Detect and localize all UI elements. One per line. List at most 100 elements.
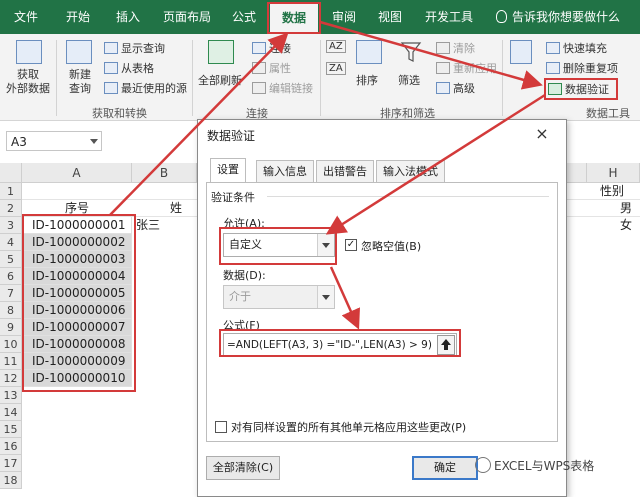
- table-icon: [104, 42, 118, 54]
- row-header[interactable]: 9: [0, 319, 22, 336]
- from-table-button[interactable]: 从表格: [104, 60, 154, 76]
- tab-home[interactable]: 开始: [60, 0, 96, 34]
- name-box[interactable]: A3: [6, 131, 102, 151]
- recent-sources-label: 最近使用的源: [121, 82, 187, 95]
- tab-page-layout[interactable]: 页面布局: [158, 0, 216, 34]
- ignore-blank-label: 忽略空值(B): [361, 240, 422, 253]
- text-to-columns-icon[interactable]: [510, 40, 532, 64]
- reapply-icon: [436, 62, 450, 74]
- dialog-tab-ime-mode[interactable]: 输入法模式: [376, 160, 445, 182]
- watermark-text: EXCEL与WPS表格: [494, 459, 595, 473]
- reapply-label: 重新应用: [453, 62, 497, 75]
- sort-icon: [356, 40, 382, 64]
- row-header[interactable]: 11: [0, 353, 22, 370]
- connections-button[interactable]: 连接: [252, 40, 291, 56]
- cell-h1[interactable]: 性别: [600, 183, 640, 200]
- from-table-label: 从表格: [121, 62, 154, 75]
- row-header[interactable]: 6: [0, 268, 22, 285]
- cell-h3[interactable]: 女: [620, 217, 640, 234]
- ribbon-separator: [192, 40, 193, 116]
- column-header-g[interactable]: [567, 163, 587, 183]
- edit-links-label: 编辑链接: [269, 82, 313, 95]
- apply-all-checkbox[interactable]: [215, 421, 227, 433]
- sort-button[interactable]: 排序: [356, 72, 378, 88]
- cell-b3[interactable]: 张三: [136, 217, 196, 234]
- tell-me-box[interactable]: 告诉我你想要做什么: [496, 0, 620, 34]
- filter-button[interactable]: 筛选: [398, 72, 420, 88]
- refresh-all-button[interactable]: 全部刷新: [198, 72, 242, 88]
- tab-insert[interactable]: 插入: [110, 0, 146, 34]
- dialog-tab-error-alert[interactable]: 出错警告: [316, 160, 374, 182]
- dialog-tab-input-message[interactable]: 输入信息: [256, 160, 314, 182]
- get-external-data-button[interactable]: 获取 外部数据: [4, 68, 52, 96]
- sort-ascending-button[interactable]: AZ: [326, 40, 346, 53]
- ignore-blank-checkbox[interactable]: ✓: [345, 239, 357, 251]
- row-header[interactable]: 2: [0, 200, 22, 217]
- data-label: 数据(D):: [223, 269, 266, 282]
- column-header-h[interactable]: H: [587, 163, 640, 183]
- column-header-a[interactable]: A: [22, 163, 132, 183]
- cell-b2[interactable]: 姓: [170, 200, 200, 217]
- row-header[interactable]: 17: [0, 455, 22, 472]
- sort-descending-button[interactable]: ZA: [326, 62, 346, 75]
- filter-icon: [400, 40, 422, 64]
- edit-links-button[interactable]: 编辑链接: [252, 80, 313, 96]
- remove-duplicates-button[interactable]: 删除重复项: [546, 60, 618, 76]
- tab-formulas[interactable]: 公式: [226, 0, 262, 34]
- row-header[interactable]: 4: [0, 234, 22, 251]
- data-select[interactable]: 介于: [223, 285, 335, 309]
- row-header[interactable]: 3: [0, 217, 22, 234]
- group-label-get-transform: 获取和转换: [92, 107, 147, 120]
- show-queries-button[interactable]: 显示查询: [104, 40, 165, 56]
- lightbulb-icon: [496, 10, 507, 23]
- row-header[interactable]: 7: [0, 285, 22, 302]
- tab-review[interactable]: 审阅: [326, 0, 362, 34]
- advanced-label: 高级: [453, 82, 475, 95]
- new-query-button[interactable]: 新建 查询: [60, 68, 100, 96]
- highlight-formula: [219, 329, 461, 357]
- row-header[interactable]: 1: [0, 183, 22, 200]
- remove-duplicates-icon: [546, 62, 560, 74]
- highlight-id-range: [22, 214, 136, 392]
- row-header[interactable]: 12: [0, 370, 22, 387]
- tell-me-text: 告诉我你想要做什么: [512, 10, 621, 24]
- ribbon-separator: [56, 40, 57, 116]
- link-icon: [252, 42, 266, 54]
- select-all-corner[interactable]: [0, 163, 22, 183]
- flash-fill-button[interactable]: 快速填充: [546, 40, 607, 56]
- chevron-down-icon: [317, 286, 334, 308]
- group-label-data-tools: 数据工具: [586, 107, 630, 120]
- show-queries-label: 显示查询: [121, 42, 165, 55]
- advanced-button[interactable]: 高级: [436, 80, 475, 96]
- row-header[interactable]: 16: [0, 438, 22, 455]
- remove-duplicates-label: 删除重复项: [563, 62, 618, 75]
- row-header[interactable]: 8: [0, 302, 22, 319]
- close-icon[interactable]: ×: [532, 124, 552, 144]
- edit-links-icon: [252, 82, 266, 94]
- row-header[interactable]: 15: [0, 421, 22, 438]
- recent-sources-button[interactable]: 最近使用的源: [104, 80, 187, 96]
- ok-button[interactable]: 确定: [412, 456, 478, 480]
- flash-fill-icon: [546, 42, 560, 54]
- column-header-b[interactable]: B: [132, 163, 197, 183]
- tab-developer[interactable]: 开发工具: [418, 0, 480, 34]
- row-header[interactable]: 14: [0, 404, 22, 421]
- highlight-data-validation: [544, 78, 618, 100]
- flash-fill-label: 快速填充: [563, 42, 607, 55]
- tab-view[interactable]: 视图: [372, 0, 408, 34]
- connections-label: 连接: [269, 42, 291, 55]
- properties-button[interactable]: 属性: [252, 60, 291, 76]
- tab-file[interactable]: 文件: [8, 0, 44, 34]
- cell-h2[interactable]: 男: [620, 200, 640, 217]
- clear-all-button[interactable]: 全部清除(C): [206, 456, 280, 480]
- refresh-icon: [208, 40, 234, 64]
- clear-button[interactable]: 清除: [436, 40, 475, 56]
- row-header[interactable]: 5: [0, 251, 22, 268]
- table-icon: [104, 62, 118, 74]
- dialog-tab-settings[interactable]: 设置: [210, 158, 246, 182]
- reapply-button[interactable]: 重新应用: [436, 60, 497, 76]
- row-header[interactable]: 13: [0, 387, 22, 404]
- properties-icon: [252, 62, 266, 74]
- row-header[interactable]: 18: [0, 472, 22, 489]
- row-header[interactable]: 10: [0, 336, 22, 353]
